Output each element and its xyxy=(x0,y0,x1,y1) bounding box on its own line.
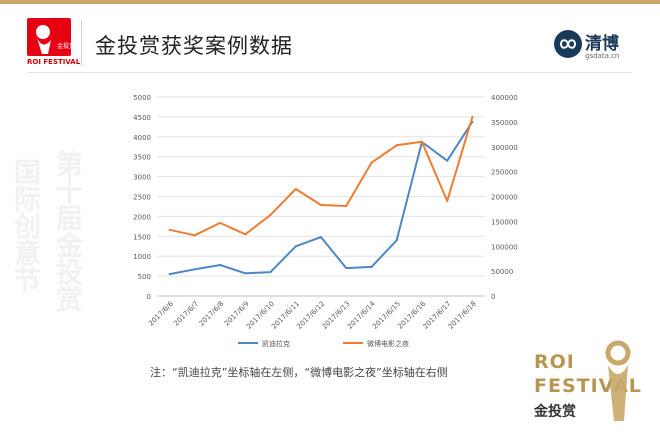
series-2-point xyxy=(471,115,474,118)
y-left-tick-label: 1500 xyxy=(133,233,151,241)
series-1-point xyxy=(446,159,449,162)
y-left-tick-label: 1000 xyxy=(133,253,151,261)
y-right-tick-label: 0 xyxy=(491,293,495,301)
y-left-tick-label: 4500 xyxy=(133,114,151,122)
y-left-tick-label: 2000 xyxy=(133,213,151,221)
series-1-point xyxy=(345,267,348,270)
series-1-point xyxy=(219,263,222,266)
legend-label-2: 微博电影之夜 xyxy=(367,339,409,348)
series-2-point xyxy=(193,234,196,237)
y-left-tick-label: 500 xyxy=(138,273,151,281)
brand-cn: 金投赏 xyxy=(534,404,576,420)
y-right-tick-label: 100000 xyxy=(491,243,518,251)
series-2-point xyxy=(294,188,297,191)
series-2-point xyxy=(446,199,449,202)
y-left-tick-label: 2500 xyxy=(133,194,151,202)
x-tick-label: 2017/6/8 xyxy=(198,300,226,328)
series-1-point xyxy=(193,268,196,271)
series-1-point xyxy=(370,265,373,268)
y-right-tick-label: 350000 xyxy=(491,119,518,127)
series-2-point xyxy=(168,228,171,231)
trophy-icon xyxy=(605,340,631,421)
series-2-point xyxy=(219,221,222,224)
y-right-tick-label: 250000 xyxy=(491,169,518,177)
y-left-tick-label: 5000 xyxy=(133,94,151,102)
series-line-1 xyxy=(169,121,474,276)
y-left-tick-label: 3500 xyxy=(133,154,151,162)
roi-festival-brand: ROI FESTIVAL 金投赏 xyxy=(534,335,649,425)
series-1-point xyxy=(320,236,322,239)
y-right-tick-label: 300000 xyxy=(491,144,518,152)
series-1-point xyxy=(269,271,272,274)
series-2-point xyxy=(370,161,373,164)
series-2-point xyxy=(395,144,398,147)
series-2-point xyxy=(420,140,423,143)
series-2-point xyxy=(269,213,272,216)
y-right-tick-label: 400000 xyxy=(491,94,518,102)
legend-label-1: 凯迪拉克 xyxy=(262,339,290,348)
y-right-tick-label: 200000 xyxy=(491,194,518,202)
x-tick-label: 2017/6/6 xyxy=(147,299,175,327)
series-2-point xyxy=(244,233,247,236)
series-1-point xyxy=(168,273,171,276)
axis-note: 注：“凯迪拉克”坐标轴在左侧，“微博电影之夜”坐标轴在右侧 xyxy=(150,366,448,379)
series-1-point xyxy=(294,245,297,248)
series-1-point xyxy=(395,239,398,242)
y-right-tick-label: 50000 xyxy=(491,268,513,276)
y-left-tick-label: 4000 xyxy=(133,134,151,142)
y-left-tick-label: 0 xyxy=(147,293,151,301)
series-2-point xyxy=(345,204,348,207)
series-1-point xyxy=(244,272,247,275)
series-2-point xyxy=(320,203,322,206)
brand-line-1: ROI xyxy=(534,351,575,373)
y-left-tick-label: 3000 xyxy=(133,174,151,182)
y-right-tick-label: 150000 xyxy=(491,218,518,226)
x-tick-label: 2017/6/7 xyxy=(172,300,200,328)
